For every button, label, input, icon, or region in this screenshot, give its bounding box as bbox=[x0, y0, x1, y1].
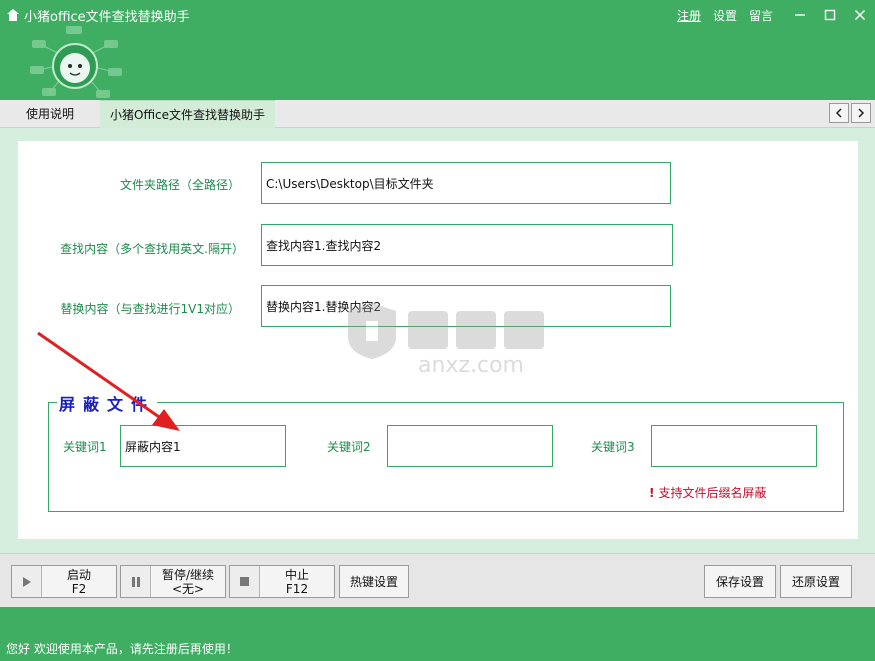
tab-instructions[interactable]: 使用说明 bbox=[16, 100, 84, 128]
title-links: 注册 设置 留言 bbox=[677, 6, 875, 24]
watermark: anxz.com bbox=[328, 301, 568, 381]
close-button[interactable] bbox=[849, 6, 871, 24]
suffix-note: ! 支持文件后缀名屏蔽 bbox=[649, 484, 767, 501]
pause-button[interactable]: 暂停/继续 <无> bbox=[120, 565, 226, 598]
shield-files-title: 屏蔽文件 bbox=[57, 391, 158, 415]
keyword-1-input[interactable] bbox=[120, 425, 286, 467]
stop-hotkey: F12 bbox=[285, 581, 309, 596]
start-label: 启动 bbox=[66, 567, 91, 582]
start-button-icon-cell bbox=[12, 566, 42, 597]
start-button[interactable]: 启动 F2 bbox=[11, 565, 117, 598]
hotkey-settings-button[interactable]: 热键设置 bbox=[339, 565, 409, 598]
bottom-toolbar: 启动 F2 暂停/继续 <无> 中止 F12 热键设置 保存设置 还原设置 bbox=[0, 553, 875, 607]
watermark-text: anxz.com bbox=[418, 353, 524, 378]
message-link[interactable]: 留言 bbox=[749, 7, 773, 24]
stop-button[interactable]: 中止 F12 bbox=[229, 565, 335, 598]
start-hotkey: F2 bbox=[71, 581, 87, 596]
status-bar: 您好 欢迎使用本产品，请先注册后再使用！ bbox=[0, 607, 875, 661]
settings-panel: 文件夹路径（全路径） 查找内容（多个查找用英文.隔开） 替换内容（与查找进行1V… bbox=[18, 141, 858, 539]
warning-icon: ! bbox=[649, 486, 655, 500]
content-area: 文件夹路径（全路径） 查找内容（多个查找用英文.隔开） 替换内容（与查找进行1V… bbox=[0, 128, 875, 553]
stop-icon bbox=[240, 577, 249, 586]
status-text: 您好 欢迎使用本产品，请先注册后再使用！ bbox=[6, 642, 238, 656]
suffix-note-text: 支持文件后缀名屏蔽 bbox=[658, 486, 767, 500]
title-bar: 小猪office文件查找替换助手 注册 设置 留言 bbox=[0, 0, 875, 100]
tab-next-button[interactable] bbox=[851, 103, 871, 123]
chevron-left-icon bbox=[835, 108, 842, 118]
stop-button-icon-cell bbox=[230, 566, 260, 597]
minimize-icon bbox=[795, 14, 805, 16]
mascot-icon bbox=[30, 26, 122, 98]
folder-path-label: 文件夹路径（全路径） bbox=[119, 178, 240, 192]
maximize-button[interactable] bbox=[819, 6, 841, 24]
restore-settings-button[interactable]: 还原设置 bbox=[780, 565, 852, 598]
app-logo-icon bbox=[7, 9, 19, 21]
keyword-1-label: 关键词1 bbox=[63, 440, 107, 454]
close-icon bbox=[854, 9, 866, 21]
save-settings-button[interactable]: 保存设置 bbox=[704, 565, 776, 598]
maximize-icon bbox=[824, 9, 836, 21]
tab-prev-button[interactable] bbox=[829, 103, 849, 123]
keyword-2-label: 关键词2 bbox=[327, 440, 371, 454]
find-content-label: 查找内容（多个查找用英文.隔开） bbox=[60, 242, 244, 256]
keyword-2-input[interactable] bbox=[387, 425, 553, 467]
folder-path-input[interactable] bbox=[261, 162, 671, 204]
tab-bar: 使用说明 小猪Office文件查找替换助手 bbox=[0, 100, 875, 128]
pause-hotkey: <无> bbox=[171, 581, 205, 596]
keyword-3-input[interactable] bbox=[651, 425, 817, 467]
chevron-right-icon bbox=[858, 108, 865, 118]
shield-files-group: 屏蔽文件 关键词1 关键词2 关键词3 !支持文件后缀名屏蔽 bbox=[48, 391, 844, 512]
pause-icon bbox=[131, 576, 140, 587]
tab-nav bbox=[827, 103, 871, 123]
pause-label: 暂停/继续 bbox=[161, 567, 215, 582]
minimize-button[interactable] bbox=[789, 6, 811, 24]
replace-content-label: 替换内容（与查找进行1V1对应） bbox=[60, 302, 240, 316]
play-icon bbox=[22, 576, 31, 587]
keyword-3-label: 关键词3 bbox=[591, 440, 635, 454]
settings-link[interactable]: 设置 bbox=[713, 7, 737, 24]
watermark-logo-icon bbox=[348, 303, 544, 359]
pause-button-icon-cell bbox=[121, 566, 151, 597]
tab-find-replace[interactable]: 小猪Office文件查找替换助手 bbox=[100, 100, 276, 128]
stop-label: 中止 bbox=[284, 567, 309, 582]
find-content-input[interactable] bbox=[261, 224, 673, 266]
register-link[interactable]: 注册 bbox=[677, 7, 701, 24]
